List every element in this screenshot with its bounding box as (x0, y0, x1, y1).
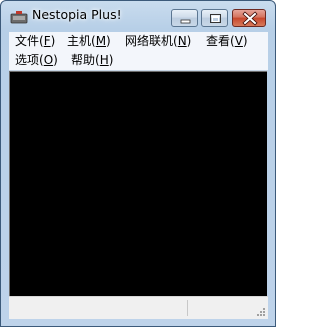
menu-options[interactable]: 选项(O) (15, 52, 58, 68)
menu-help[interactable]: 帮助(H) (71, 52, 113, 68)
maximize-icon (210, 14, 221, 23)
window-title: Nestopia Plus! (32, 7, 122, 22)
game-screen[interactable] (9, 71, 267, 296)
minimize-button[interactable] (171, 9, 198, 27)
maximize-button[interactable] (201, 9, 228, 27)
close-icon (242, 11, 258, 26)
menu-file[interactable]: 文件(F) (15, 33, 55, 49)
resize-grip-icon[interactable] (256, 307, 266, 317)
minimize-icon (180, 19, 191, 24)
menu-netplay[interactable]: 网络联机(N) (125, 33, 191, 49)
emulator-window: Nestopia Plus! 文件(F) 主机(M) 网络联机(N) 查看(V)… (0, 0, 276, 327)
nes-console-icon[interactable] (10, 9, 28, 24)
status-bar (9, 296, 268, 319)
menu-view[interactable]: 查看(V) (206, 33, 248, 49)
window-controls (171, 9, 267, 28)
menu-machine[interactable]: 主机(M) (67, 33, 111, 49)
status-separator (187, 300, 188, 316)
title-bar[interactable]: Nestopia Plus! (1, 1, 275, 29)
menu-bar: 文件(F) 主机(M) 网络联机(N) 查看(V) 选项(O) 帮助(H) (9, 32, 268, 71)
close-button[interactable] (232, 9, 266, 27)
